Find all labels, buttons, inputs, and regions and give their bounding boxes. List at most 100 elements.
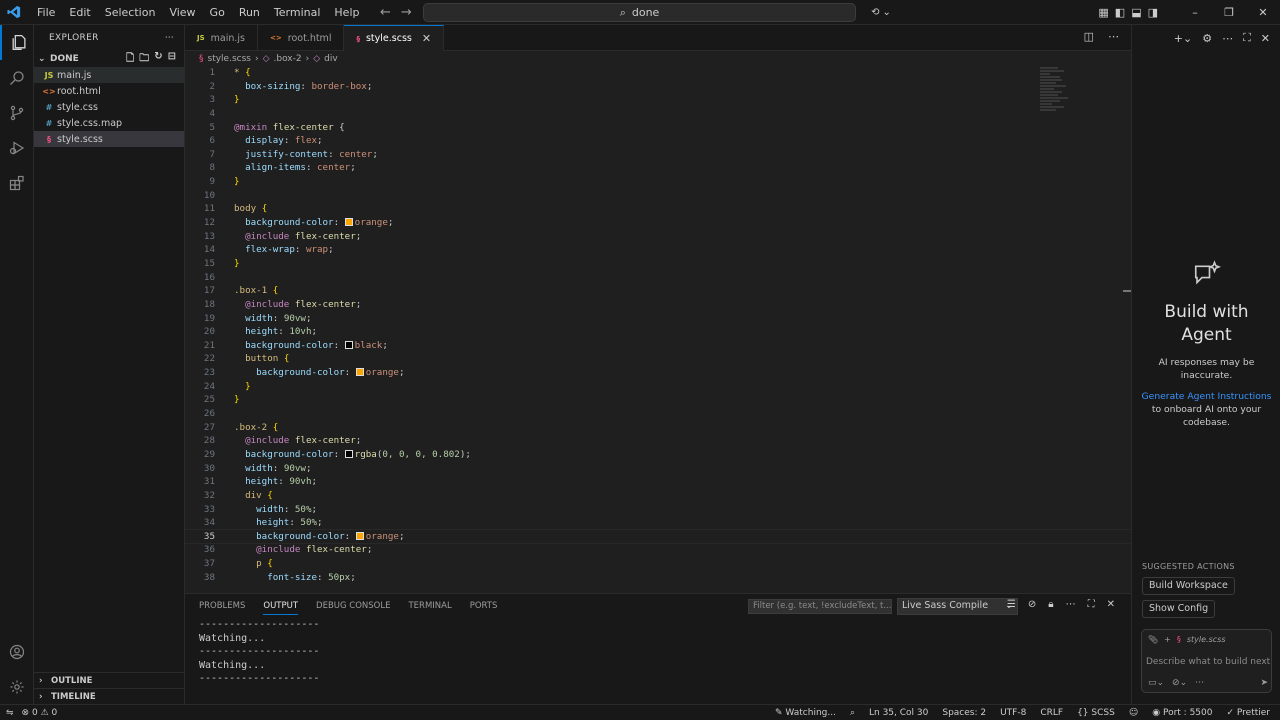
- tab-ports[interactable]: PORTS: [470, 601, 498, 611]
- menu-file[interactable]: File: [30, 0, 62, 25]
- source-control-icon[interactable]: [0, 95, 34, 130]
- code-line[interactable]: 22 button {: [185, 352, 1131, 366]
- code-line[interactable]: 38 font-size: 50px;: [185, 571, 1131, 585]
- refresh-icon[interactable]: ↻: [154, 51, 162, 68]
- tab-output[interactable]: OUTPUT: [263, 601, 299, 615]
- settings-gear-icon[interactable]: ⚙: [1202, 32, 1212, 45]
- chat-input-box[interactable]: 📎︎ + § style.scss Describe what to build…: [1141, 629, 1272, 693]
- menu-edit[interactable]: Edit: [62, 0, 97, 25]
- tab-main-js[interactable]: JS main.js: [185, 25, 259, 51]
- code-line[interactable]: 12 background-color: orange;: [185, 216, 1131, 230]
- cursor-position[interactable]: Ln 35, Col 30: [869, 708, 928, 718]
- context-file[interactable]: style.scss: [1187, 635, 1226, 644]
- more-actions-icon[interactable]: ⋯: [1195, 678, 1204, 688]
- new-chat-icon[interactable]: +⌄: [1174, 32, 1192, 45]
- lock-scroll-icon[interactable]: 🔒︎: [1048, 599, 1053, 610]
- file-main-js[interactable]: JS main.js: [34, 67, 184, 83]
- code-line[interactable]: 35 background-color: orange;: [185, 528, 1131, 545]
- accounts-icon[interactable]: [0, 634, 34, 669]
- more-actions-icon[interactable]: ⋯: [1066, 599, 1076, 610]
- code-line[interactable]: 13 @include flex-center;: [185, 230, 1131, 244]
- folder-done[interactable]: ⌄ DONE 🗋 🗀 ↻ ⊟: [34, 51, 184, 67]
- copilot-menu-button[interactable]: ⟲ ⌄: [862, 4, 900, 21]
- new-folder-icon[interactable]: 🗀: [139, 51, 149, 68]
- code-line[interactable]: 8 align-items: center;: [185, 161, 1131, 175]
- run-debug-icon[interactable]: [0, 130, 34, 165]
- manage-gear-icon[interactable]: [0, 669, 34, 704]
- menu-run[interactable]: Run: [232, 0, 267, 25]
- code-line[interactable]: 3}: [185, 93, 1131, 107]
- close-tab-icon[interactable]: ✕: [422, 32, 431, 45]
- code-line[interactable]: 18 @include flex-center;: [185, 298, 1131, 312]
- live-server-port[interactable]: ◉ Port : 5500: [1152, 708, 1212, 718]
- filter-lines-icon[interactable]: ☰: [1007, 599, 1016, 610]
- menu-selection[interactable]: Selection: [98, 0, 163, 25]
- new-file-icon[interactable]: 🗋: [126, 51, 134, 68]
- code-line[interactable]: 16: [185, 271, 1131, 285]
- code-line[interactable]: 19 width: 90vw;: [185, 312, 1131, 326]
- more-actions-icon[interactable]: ⋯: [165, 33, 174, 43]
- toggle-panel-icon[interactable]: ⬓: [1131, 6, 1141, 19]
- code-line[interactable]: 29 background-color: rgba(0, 0, 0, 0.802…: [185, 448, 1131, 462]
- code-line[interactable]: 23 background-color: orange;: [185, 366, 1131, 380]
- clear-output-icon[interactable]: ⊘: [1028, 599, 1036, 610]
- remote-icon[interactable]: ⇋: [6, 708, 14, 718]
- timeline-section[interactable]: › TIMELINE: [34, 688, 185, 704]
- file-root-html[interactable]: <> root.html: [34, 83, 184, 99]
- code-line[interactable]: 7 justify-content: center;: [185, 148, 1131, 162]
- search-activity-icon[interactable]: [0, 60, 34, 95]
- maximize-icon[interactable]: ❐: [1212, 6, 1246, 19]
- output-channel-select[interactable]: Live Sass Compile ⌄: [897, 598, 1018, 615]
- line-ending[interactable]: CRLF: [1040, 708, 1063, 718]
- file-style-scss[interactable]: § style.scss: [34, 131, 184, 147]
- breadcrumb-file[interactable]: style.scss: [208, 54, 251, 64]
- code-line[interactable]: 14 flex-wrap: wrap;: [185, 243, 1131, 257]
- collapse-all-icon[interactable]: ⊟: [168, 51, 176, 68]
- code-line[interactable]: 34 height: 50%;: [185, 516, 1131, 530]
- more-actions-icon[interactable]: ⋯: [1222, 32, 1233, 45]
- explorer-icon[interactable]: [0, 25, 34, 60]
- code-line[interactable]: 9}: [185, 175, 1131, 189]
- tab-root-html[interactable]: <> root.html: [258, 25, 345, 51]
- close-window-icon[interactable]: ✕: [1246, 6, 1280, 19]
- file-style-css-map[interactable]: # style.css.map: [34, 115, 184, 131]
- outline-section[interactable]: › OUTLINE: [34, 672, 185, 688]
- code-line[interactable]: 1 * {: [185, 66, 1131, 80]
- maximize-icon[interactable]: ⛶: [1243, 31, 1251, 45]
- breadcrumb-selector[interactable]: .box-2: [274, 54, 302, 64]
- prettier-status[interactable]: ✓ Prettier: [1226, 708, 1270, 718]
- extensions-icon[interactable]: [0, 165, 34, 200]
- toggle-secondary-sidebar-icon[interactable]: ◨: [1148, 6, 1158, 19]
- menu-help[interactable]: Help: [327, 0, 366, 25]
- sass-watching-status[interactable]: ✎ Watching...: [775, 708, 836, 718]
- code-line[interactable]: 26: [185, 407, 1131, 421]
- agent-mode-icon[interactable]: ▭⌄: [1148, 678, 1164, 688]
- build-workspace-button[interactable]: Build Workspace: [1142, 577, 1235, 595]
- code-line[interactable]: 4: [185, 107, 1131, 121]
- code-line[interactable]: 27 .box-2 {: [185, 421, 1131, 435]
- code-line[interactable]: 11 body {: [185, 202, 1131, 216]
- code-line[interactable]: 36 @include flex-center;: [185, 543, 1131, 557]
- minimap[interactable]: [1040, 66, 1070, 126]
- customize-layout-icon[interactable]: ▦: [1098, 6, 1108, 19]
- code-line[interactable]: 25}: [185, 393, 1131, 407]
- tab-terminal[interactable]: TERMINAL: [408, 601, 451, 611]
- add-context-icon[interactable]: +: [1164, 635, 1171, 644]
- tab-problems[interactable]: PROBLEMS: [199, 601, 245, 611]
- split-editor-icon[interactable]: ◫: [1084, 30, 1094, 43]
- encoding[interactable]: UTF-8: [1000, 708, 1026, 718]
- tools-icon[interactable]: ⊘⌄: [1172, 678, 1187, 688]
- language-mode[interactable]: {} SCSS: [1077, 708, 1115, 718]
- zoom-icon[interactable]: ⌕: [850, 708, 855, 718]
- menu-view[interactable]: View: [162, 0, 202, 25]
- code-editor[interactable]: 1 * {2 box-sizing: border-box; 3} 4 5 @mixin …: [185, 66, 1131, 593]
- more-actions-icon[interactable]: ⋯: [1108, 30, 1119, 43]
- code-line[interactable]: 33 width: 50%;: [185, 503, 1131, 517]
- menu-go[interactable]: Go: [203, 0, 232, 25]
- minimize-icon[interactable]: –: [1178, 6, 1212, 19]
- code-line[interactable]: 28 @include flex-center;: [185, 434, 1131, 448]
- code-line[interactable]: 20 height: 10vh;: [185, 325, 1131, 339]
- problems-status[interactable]: ⊗ 0 ⚠ 0: [22, 708, 58, 718]
- code-line[interactable]: 17 .box-1 {: [185, 284, 1131, 298]
- close-panel-icon[interactable]: ✕: [1107, 599, 1115, 610]
